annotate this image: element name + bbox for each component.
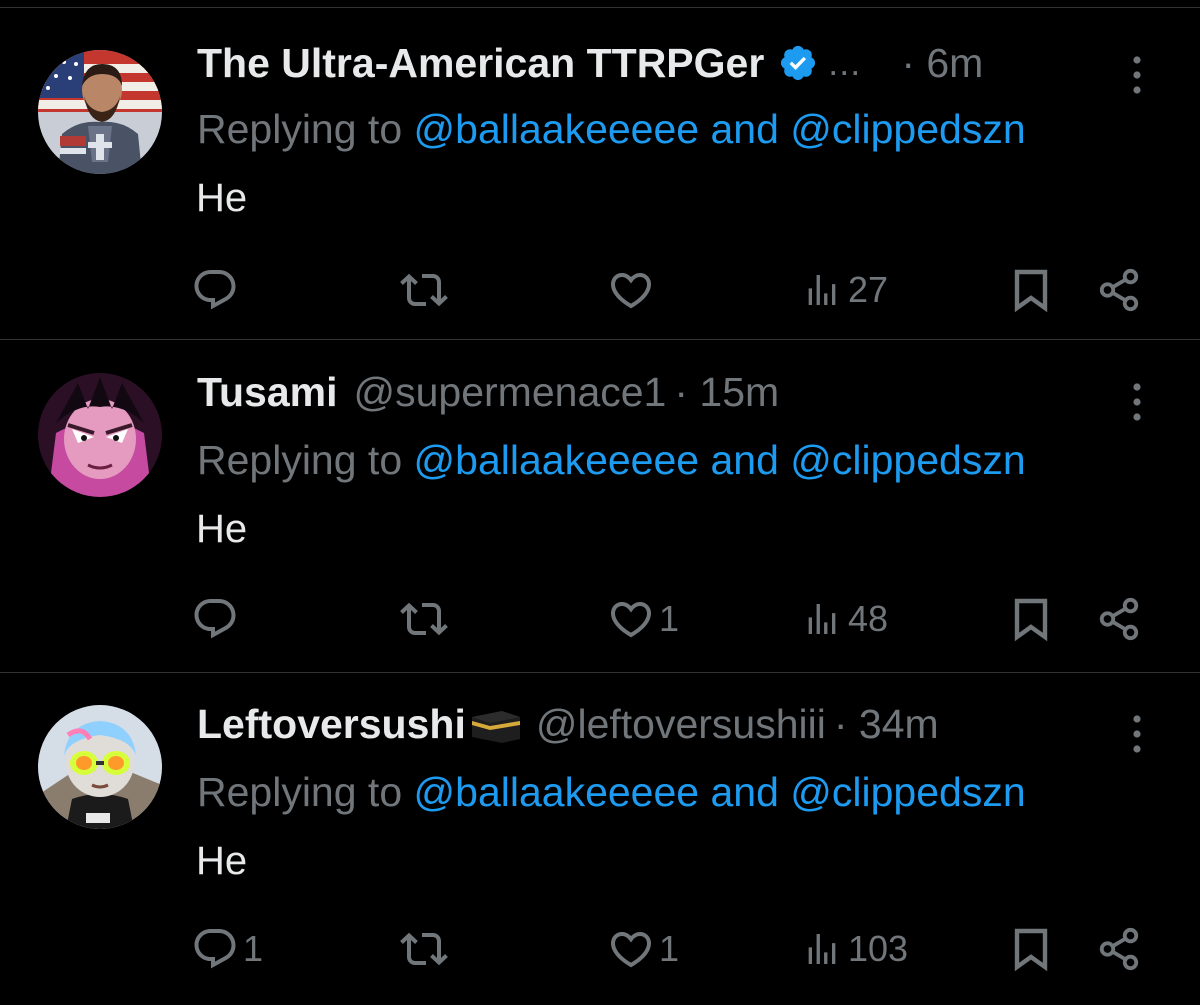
timestamp[interactable]: · 34m [834,701,939,748]
replying-and: and [699,769,791,815]
share-icon [1096,926,1142,972]
tweet-header: Leftoversushi @leftoversushiii · 34m [197,699,1097,749]
like-count: 1 [659,928,680,969]
views-button[interactable]: 103 [802,919,908,979]
retweet-button[interactable] [400,589,452,649]
reply-icon [191,266,239,314]
more-vertical-icon[interactable] [1124,52,1150,98]
action-bar: 27 [0,260,1200,320]
mention-link[interactable]: @ballaakeeeee [414,769,700,815]
bookmark-button[interactable] [1009,589,1053,649]
tweet-header: The Ultra-American TTRPGer ... · 6m [197,38,1097,88]
tweet-text: He [196,507,248,551]
more-vertical-icon[interactable] [1124,379,1150,425]
like-count: 1 [659,598,680,639]
replying-to: Replying to @ballaakeeeee and @clippedsz… [197,769,1026,816]
retweet-button[interactable] [400,919,452,979]
timestamp[interactable]: · 15m [674,369,779,416]
like-button[interactable]: 1 [607,919,679,979]
retweet-icon [400,595,448,643]
replying-prefix: Replying to [197,769,414,815]
mention-link[interactable]: @clippedszn [790,769,1025,815]
action-bar: 1 1 103 [0,919,1200,979]
name-truncation: ... [828,42,862,83]
heart-icon [607,266,655,314]
mention-link[interactable]: @clippedszn [790,437,1025,483]
replying-and: and [699,437,791,483]
views-icon [802,929,842,969]
retweet-button[interactable] [400,260,452,320]
reply-icon [191,925,239,973]
avatar[interactable] [38,50,162,174]
tweet[interactable]: Tusami @supermenace1 · 15m Replying to @… [0,341,1200,673]
like-button[interactable]: 1 [607,589,679,649]
tweet-text: He [196,839,248,883]
tweet[interactable]: The Ultra-American TTRPGer ... · 6m Repl… [0,8,1200,340]
heart-icon [607,595,655,643]
retweet-icon [400,925,448,973]
replying-and: and [699,106,791,152]
display-name[interactable]: The Ultra-American TTRPGer [197,40,764,87]
avatar[interactable] [38,705,162,829]
views-count: 103 [848,928,909,969]
replying-to: Replying to @ballaakeeeee and @clippedsz… [197,106,1026,153]
reply-button[interactable] [191,589,243,649]
mention-link[interactable]: @clippedszn [790,106,1025,152]
views-button[interactable]: 27 [802,260,888,320]
action-bar: 1 48 [0,589,1200,649]
reply-button[interactable]: 1 [191,919,263,979]
verified-badge-icon [778,43,818,83]
timestamp[interactable]: · 6m [901,40,983,87]
bookmark-button[interactable] [1009,260,1053,320]
retweet-icon [400,266,448,314]
views-count: 48 [848,598,889,639]
avatar[interactable] [38,373,162,497]
reply-count: 1 [243,928,264,969]
share-button[interactable] [1096,260,1142,320]
replying-prefix: Replying to [197,437,414,483]
views-icon [802,599,842,639]
share-button[interactable] [1096,589,1142,649]
reply-icon [191,595,239,643]
bookmark-icon [1009,595,1053,643]
share-button[interactable] [1096,919,1142,979]
share-icon [1096,596,1142,642]
display-name[interactable]: Leftoversushi [197,701,466,748]
user-handle[interactable]: @leftoversushiii [536,701,826,748]
replying-to: Replying to @ballaakeeeee and @clippedsz… [197,437,1026,484]
heart-icon [607,925,655,973]
bookmark-button[interactable] [1009,919,1053,979]
share-icon [1096,267,1142,313]
kaaba-emoji [468,706,522,743]
tweet-text: He [196,176,248,220]
tweet[interactable]: Leftoversushi @leftoversushiii · 34m Rep… [0,673,1200,1005]
like-button[interactable] [607,260,659,320]
views-button[interactable]: 48 [802,589,888,649]
mention-link[interactable]: @ballaakeeeee [414,106,700,152]
more-vertical-icon[interactable] [1124,711,1150,757]
reply-button[interactable] [191,260,243,320]
replying-prefix: Replying to [197,106,414,152]
views-count: 27 [848,269,889,310]
mention-link[interactable]: @ballaakeeeee [414,437,700,483]
tweet-header: Tusami @supermenace1 · 15m [197,367,1097,417]
bookmark-icon [1009,266,1053,314]
bookmark-icon [1009,925,1053,973]
user-handle[interactable]: @supermenace1 [354,369,667,416]
views-icon [802,270,842,310]
display-name[interactable]: Tusami [197,369,338,416]
